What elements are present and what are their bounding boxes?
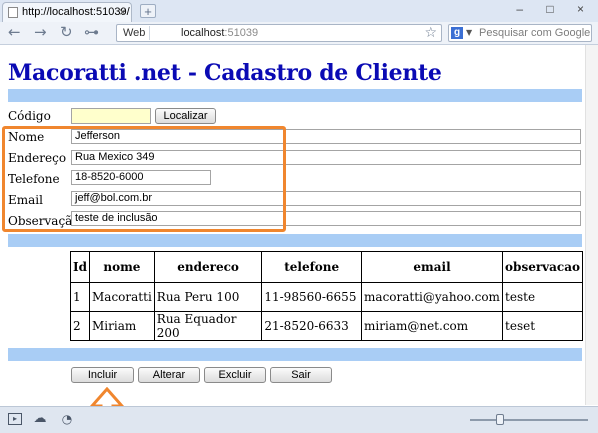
reload-icon[interactable]: ↻ [60,25,73,40]
url-port: :51039 [224,27,259,39]
zoom-slider-thumb[interactable] [495,414,504,425]
site-info-chip[interactable]: Web [119,26,151,40]
url-host: localhost [181,27,225,39]
web-chip-label: Web [123,27,146,39]
console-icon[interactable]: ▸ [8,413,22,425]
address-bar[interactable]: Web localhost:51039 ☆ [116,24,442,42]
tab-title: http://localhost:51039/ [22,6,130,18]
tab-bar: http://localhost:51039/ × + ‒ □ × [0,0,598,23]
cell-email: miriam@net.com [361,311,504,341]
cell-nome: Miriam [89,311,155,341]
highlight-annotation [2,126,286,232]
codigo-label: Código [8,109,51,123]
cell-id: 1 [69,282,91,312]
table-row[interactable]: 1 Macoratti Rua Peru 100 11-98560-6655 m… [69,282,583,312]
header-band [8,89,582,102]
cell-telefone: 21-8520-6633 [261,311,363,341]
key-icon[interactable]: ⊶ [84,25,99,40]
codigo-input[interactable] [71,108,151,124]
page-favicon-icon [8,7,18,18]
column-header-endereco[interactable]: endereco [153,251,263,283]
search-placeholder: Pesquisar com Google [479,27,591,39]
forward-icon[interactable]: → [34,25,47,40]
column-header-email[interactable]: email [361,251,504,283]
column-header-observacao[interactable]: observacao [502,251,583,283]
column-header-id[interactable]: Id [69,251,91,283]
window-controls[interactable]: ‒ □ × [516,2,594,16]
cell-endereco: Rua Equador 200 [153,311,263,341]
bookmark-star-icon[interactable]: ☆ [424,25,437,41]
table-row[interactable]: 2 Miriam Rua Equador 200 21-8520-6633 mi… [69,311,583,341]
page-title: Macoratti .net - Cadastro de Cliente [8,60,442,86]
new-tab-button[interactable]: + [140,4,156,18]
status-bar: ▸ ☁ ◔ [0,406,598,433]
browser-tab[interactable]: http://localhost:51039/ × [2,2,132,22]
cell-email: macoratti@yahoo.com [361,282,504,312]
cloud-icon[interactable]: ☁ [33,412,47,425]
back-icon[interactable]: ← [8,25,21,40]
cell-observacao: teste [502,282,583,312]
chevron-down-icon[interactable]: ▼ [466,26,472,40]
speed-icon[interactable]: ◔ [60,413,74,425]
middle-band [8,234,582,247]
close-tab-icon[interactable]: × [119,5,126,19]
cell-endereco: Rua Peru 100 [153,282,263,312]
column-header-nome[interactable]: nome [89,251,155,283]
cell-id: 2 [69,311,91,341]
search-box[interactable]: g ▼ Pesquisar com Google [448,24,592,42]
cell-nome: Macoratti [89,282,155,312]
excluir-button[interactable]: Excluir [204,367,266,383]
google-icon[interactable]: g [451,27,463,39]
table-header-row: Id nome endereco telefone email observac… [69,251,583,283]
cell-observacao: teset [502,311,583,341]
clientes-table: Id nome endereco telefone email observac… [69,251,583,341]
cell-telefone: 11-98560-6655 [261,282,363,312]
incluir-button[interactable]: Incluir [71,367,134,383]
url-text: localhost:51039 [181,26,258,40]
column-header-telefone[interactable]: telefone [261,251,363,283]
page-content: Macoratti .net - Cadastro de Cliente Cód… [0,45,598,427]
localizar-button[interactable]: Localizar [155,108,216,124]
sair-button[interactable]: Sair [270,367,332,383]
footer-band [8,348,582,361]
zoom-slider-track[interactable] [470,419,588,421]
alterar-button[interactable]: Alterar [138,367,200,383]
page-scrollbar[interactable] [585,45,598,405]
navigation-bar: ← → ↻ ⊶ Web localhost:51039 ☆ g ▼ Pesqui… [0,22,598,45]
